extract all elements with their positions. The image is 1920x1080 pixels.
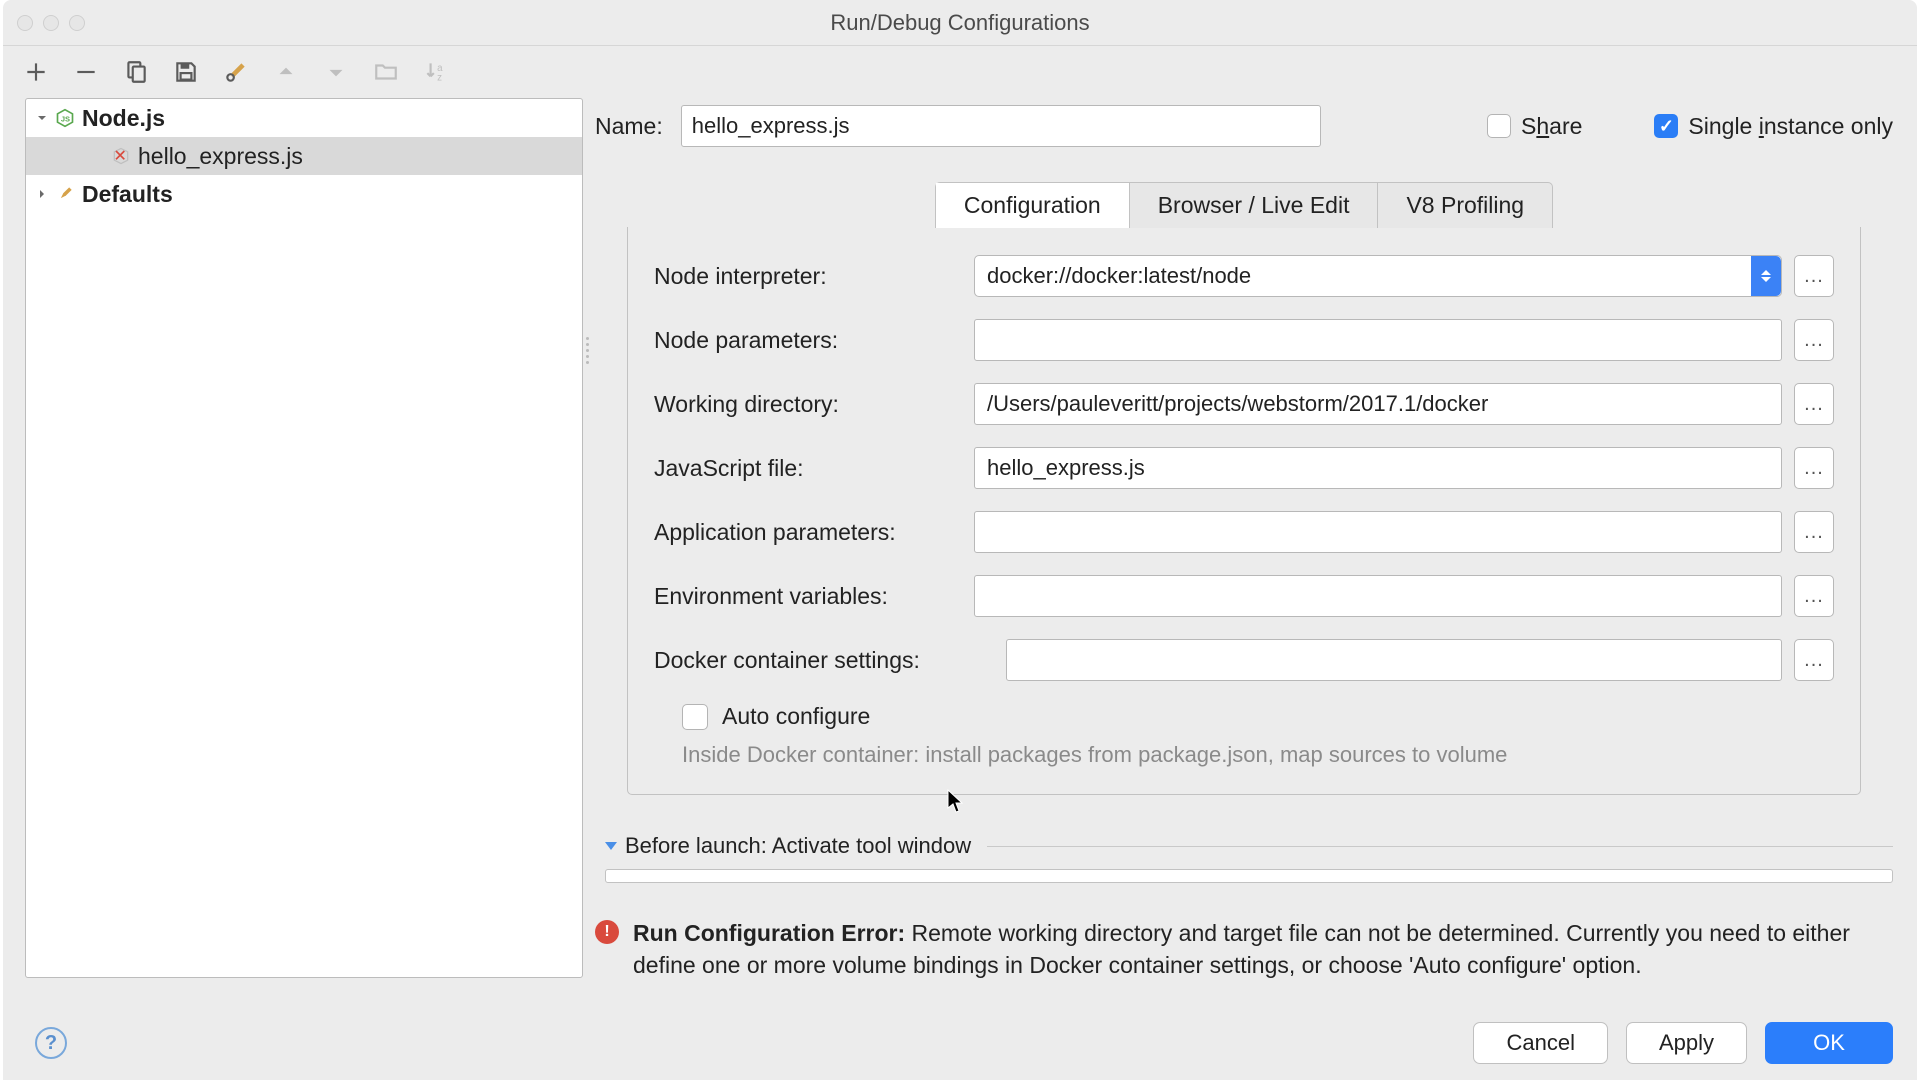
row-docker-container-settings: Docker container settings: ...	[654, 639, 1834, 681]
docker-hint-text: Inside Docker container: install package…	[682, 742, 1834, 768]
before-launch-label: Before launch: Activate tool window	[625, 833, 971, 859]
tree-item-label: hello_express.js	[138, 143, 303, 170]
label-application-parameters: Application parameters:	[654, 519, 974, 546]
folder-button[interactable]	[369, 55, 403, 89]
window-title: Run/Debug Configurations	[3, 10, 1917, 36]
wrench-icon	[54, 183, 76, 205]
single-instance-checkbox[interactable]	[1654, 114, 1678, 138]
edit-defaults-button[interactable]	[219, 55, 253, 89]
move-down-button[interactable]	[319, 55, 353, 89]
label-node-interpreter: Node interpreter:	[654, 263, 974, 290]
run-debug-configurations-dialog: Run/Debug Configurations az	[3, 0, 1917, 1080]
titlebar: Run/Debug Configurations	[3, 0, 1917, 46]
label-docker-container-settings: Docker container settings:	[654, 647, 1006, 674]
splitter-handle[interactable]	[583, 320, 591, 380]
expand-toggle-icon[interactable]	[32, 108, 52, 128]
application-parameters-input[interactable]	[974, 511, 1782, 553]
tabs-wrap: Configuration Browser / Live Edit V8 Pro…	[627, 182, 1861, 795]
before-launch-section: Before launch: Activate tool window	[595, 833, 1893, 883]
tree-node-label: Defaults	[82, 181, 173, 208]
window-controls	[17, 15, 85, 31]
browse-javascript-file-button[interactable]: ...	[1794, 447, 1834, 489]
name-input[interactable]	[681, 105, 1321, 147]
row-environment-variables: Environment variables: ...	[654, 575, 1834, 617]
browse-environment-variables-button[interactable]: ...	[1794, 575, 1834, 617]
label-auto-configure: Auto configure	[722, 703, 870, 730]
move-up-button[interactable]	[269, 55, 303, 89]
help-button[interactable]: ?	[35, 1027, 67, 1059]
docker-container-settings-input[interactable]	[1006, 639, 1782, 681]
name-label: Name:	[595, 113, 663, 140]
configuration-form: Node interpreter: docker://docker:latest…	[627, 227, 1861, 795]
remove-configuration-button[interactable]	[69, 55, 103, 89]
javascript-file-input[interactable]	[974, 447, 1782, 489]
config-error-icon	[110, 145, 132, 167]
tab-v8-profiling[interactable]: V8 Profiling	[1378, 183, 1552, 228]
row-application-parameters: Application parameters: ...	[654, 511, 1834, 553]
single-instance-label: Single instance only	[1688, 113, 1893, 140]
footer: ? Cancel Apply OK	[3, 1022, 1893, 1064]
environment-variables-input[interactable]	[974, 575, 1782, 617]
tree-node-nodejs[interactable]: JS Node.js	[26, 99, 582, 137]
node-interpreter-select[interactable]: docker://docker:latest/node	[974, 255, 1782, 297]
tree-node-defaults[interactable]: Defaults	[26, 175, 582, 213]
disclosure-triangle-icon	[605, 842, 617, 850]
configuration-tree[interactable]: JS Node.js hello_express.js	[25, 98, 583, 978]
auto-configure-checkbox[interactable]	[682, 704, 708, 730]
minimize-window-button[interactable]	[43, 15, 59, 31]
row-auto-configure: Auto configure	[682, 703, 1834, 730]
ok-button[interactable]: OK	[1765, 1022, 1893, 1064]
before-launch-header[interactable]: Before launch: Activate tool window	[605, 833, 1893, 859]
tree-node-label: Node.js	[82, 105, 165, 132]
copy-configuration-button[interactable]	[119, 55, 153, 89]
right-pane: Name: Share Single instance only Configu…	[595, 98, 1917, 1080]
error-row: ! Run Configuration Error: Remote workin…	[595, 917, 1893, 981]
svg-text:JS: JS	[61, 114, 70, 123]
name-row: Name: Share Single instance only	[595, 96, 1893, 156]
share-checkbox-row[interactable]: Share	[1487, 113, 1582, 140]
label-environment-variables: Environment variables:	[654, 583, 974, 610]
working-directory-input[interactable]	[974, 383, 1782, 425]
save-configuration-button[interactable]	[169, 55, 203, 89]
tabs: Configuration Browser / Live Edit V8 Pro…	[935, 182, 1553, 228]
tab-browser-live-edit[interactable]: Browser / Live Edit	[1130, 183, 1379, 228]
error-text: Run Configuration Error: Remote working …	[633, 917, 1873, 981]
close-window-button[interactable]	[17, 15, 33, 31]
tab-configuration[interactable]: Configuration	[936, 183, 1130, 228]
nodejs-icon: JS	[54, 107, 76, 129]
label-javascript-file: JavaScript file:	[654, 455, 974, 482]
sort-button[interactable]: az	[419, 55, 453, 89]
before-launch-list[interactable]	[605, 869, 1893, 883]
tree-item-hello-express[interactable]: hello_express.js	[26, 137, 582, 175]
label-node-parameters: Node parameters:	[654, 327, 974, 354]
browse-working-directory-button[interactable]: ...	[1794, 383, 1834, 425]
mouse-cursor-icon	[947, 789, 965, 815]
single-instance-checkbox-row[interactable]: Single instance only	[1654, 113, 1893, 140]
error-icon: !	[595, 920, 619, 944]
label-working-directory: Working directory:	[654, 391, 974, 418]
row-working-directory: Working directory: ...	[654, 383, 1834, 425]
dialog-body: JS Node.js hello_express.js	[3, 98, 1917, 1080]
browse-application-parameters-button[interactable]: ...	[1794, 511, 1834, 553]
cancel-button[interactable]: Cancel	[1473, 1022, 1607, 1064]
add-configuration-button[interactable]	[19, 55, 53, 89]
browse-node-parameters-button[interactable]: ...	[1794, 319, 1834, 361]
share-label: Share	[1521, 113, 1582, 140]
browse-docker-container-settings-button[interactable]: ...	[1794, 639, 1834, 681]
row-javascript-file: JavaScript file: ...	[654, 447, 1834, 489]
svg-text:z: z	[437, 73, 442, 84]
expand-toggle-icon[interactable]	[32, 184, 52, 204]
row-node-interpreter: Node interpreter: docker://docker:latest…	[654, 255, 1834, 297]
node-interpreter-value: docker://docker:latest/node	[987, 263, 1251, 289]
dropdown-caret-icon	[1751, 256, 1781, 296]
zoom-window-button[interactable]	[69, 15, 85, 31]
share-checkbox[interactable]	[1487, 114, 1511, 138]
apply-button[interactable]: Apply	[1626, 1022, 1747, 1064]
toolbar: az	[3, 46, 1917, 98]
row-node-parameters: Node parameters: ...	[654, 319, 1834, 361]
browse-node-interpreter-button[interactable]: ...	[1794, 255, 1834, 297]
node-parameters-input[interactable]	[974, 319, 1782, 361]
